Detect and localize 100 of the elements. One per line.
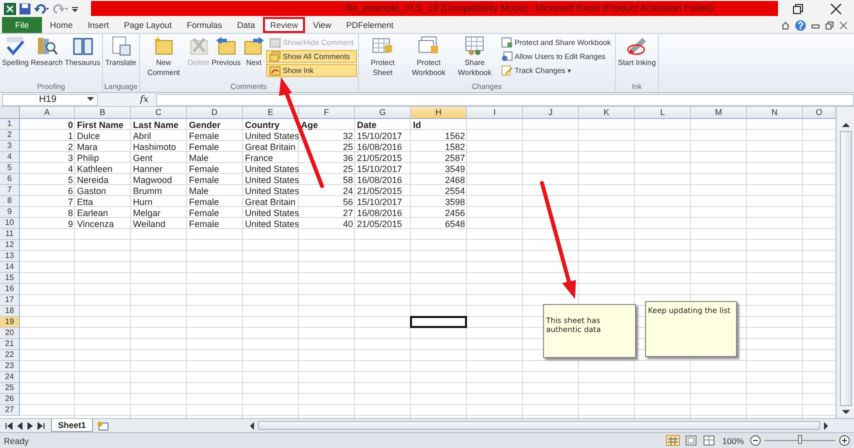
table-cell-text: Gent (132, 152, 154, 162)
row-header[interactable]: 23 (0, 361, 20, 372)
ribbon-tab[interactable]: Insert (80, 17, 116, 33)
zoom-out-icon[interactable] (750, 435, 761, 446)
table-cell-text: 1582 (444, 142, 466, 152)
undo-icon[interactable] (34, 2, 50, 14)
page-break-icon[interactable] (702, 435, 716, 446)
note-icon (268, 37, 281, 48)
row-header[interactable]: 4 (0, 152, 20, 163)
row-header[interactable]: 25 (0, 383, 20, 394)
row-header[interactable]: 6 (0, 174, 20, 185)
table-cell-text: 24 (342, 186, 354, 196)
sheet-tab[interactable]: Sheet1 (51, 419, 93, 432)
row-header[interactable]: 17 (0, 295, 20, 306)
help-icon[interactable] (795, 20, 806, 30)
restore-icon[interactable] (825, 20, 834, 30)
new-sheet-icon[interactable] (96, 420, 110, 430)
row-header[interactable]: 8 (0, 196, 20, 207)
row-header[interactable]: 13 (0, 251, 20, 262)
column-header[interactable]: K (579, 107, 635, 119)
row-header[interactable]: 2 (0, 130, 20, 141)
column-header[interactable]: M (691, 107, 747, 119)
row-header[interactable]: 9 (0, 207, 20, 218)
file-tab[interactable]: File (2, 17, 42, 33)
selected-cell[interactable] (410, 316, 467, 328)
excel-icon[interactable] (4, 2, 16, 14)
row-header[interactable]: 16 (0, 284, 20, 295)
row-header[interactable]: 11 (0, 229, 20, 240)
ribbon-tab[interactable]: PDFelement (339, 17, 400, 33)
zoom-slider[interactable] (798, 435, 802, 444)
column-header[interactable]: C (131, 107, 187, 119)
table-cell-text: 21/05/2015 (356, 186, 404, 196)
close-icon[interactable] (830, 2, 842, 14)
row-header[interactable]: 15 (0, 273, 20, 284)
table-cell-text: Female (188, 164, 220, 174)
restore-icon[interactable] (792, 2, 804, 14)
table-cell-text: Dulce (76, 130, 102, 140)
row-header[interactable]: 5 (0, 163, 20, 174)
column-header[interactable]: I (467, 107, 523, 119)
save-icon[interactable] (19, 2, 31, 14)
row-header[interactable]: 14 (0, 262, 20, 273)
function-button[interactable]: fx (102, 94, 152, 104)
ribbon-tab[interactable]: Home (43, 17, 80, 33)
column-header[interactable]: F (299, 107, 355, 119)
table-cell-text: 0 (66, 120, 74, 130)
name-box[interactable]: H19 (2, 94, 98, 106)
row-header[interactable]: 18 (0, 306, 20, 317)
column-header[interactable]: J (523, 107, 579, 119)
row-header[interactable]: 20 (0, 328, 20, 339)
column-header[interactable]: D (187, 107, 243, 119)
zoom-in-icon[interactable] (839, 435, 850, 446)
column-header[interactable]: O (803, 107, 836, 119)
row-header[interactable]: 27 (0, 405, 20, 416)
row-header[interactable]: 26 (0, 394, 20, 405)
spelling-check-icon (4, 36, 26, 56)
column-header[interactable]: A (20, 107, 75, 119)
row-header[interactable]: 1 (0, 119, 20, 130)
column-header[interactable]: B (75, 107, 131, 119)
row-header[interactable]: 22 (0, 350, 20, 361)
table-cell-text: Gender (188, 120, 222, 130)
table-cell-text: 15/10/2017 (356, 164, 404, 174)
ribbon-tab[interactable]: Page Layout (116, 17, 179, 33)
column-header[interactable]: L (635, 107, 691, 119)
normal-view-icon[interactable] (666, 435, 680, 446)
zoom-level[interactable]: 100% (720, 436, 746, 446)
workbook-share-icon (464, 36, 486, 56)
column-header[interactable]: H (411, 107, 467, 119)
table-cell-text: 9 (66, 218, 74, 228)
row-header[interactable]: 10 (0, 218, 20, 229)
table-cell-text: 3549 (444, 164, 466, 174)
pen-icon (626, 36, 648, 56)
table-cell-text: Last Name (132, 120, 180, 130)
table-cell-text: United States (244, 218, 300, 228)
table-cell-text: 2456 (444, 208, 466, 218)
table-cell-text: Country (244, 120, 280, 130)
row-header[interactable]: 3 (0, 141, 20, 152)
vertical-scrollbar[interactable] (836, 107, 854, 418)
column-header[interactable]: E (243, 107, 299, 119)
page-layout-icon[interactable] (684, 435, 698, 446)
table-cell-text: Etta (76, 196, 94, 206)
column-header[interactable]: G (355, 107, 411, 119)
row-header[interactable]: 21 (0, 339, 20, 350)
row-header[interactable]: 12 (0, 240, 20, 251)
table-cell-text: Nereida (76, 174, 110, 184)
scroll-right-icon[interactable] (822, 420, 830, 430)
formula-input[interactable] (156, 94, 854, 106)
column-header[interactable]: N (747, 107, 803, 119)
sheet-lock-icon (372, 36, 394, 56)
table-cell-text: 58 (342, 174, 354, 184)
ribbon-tab[interactable]: Review (263, 17, 305, 33)
caret-icon[interactable] (87, 97, 94, 102)
row-header[interactable]: 24 (0, 372, 20, 383)
table-cell-text: Female (188, 130, 220, 140)
ribbon-tab[interactable]: Data (230, 17, 262, 33)
row-header[interactable]: 19 (0, 317, 20, 328)
ribbon-tab[interactable]: View (306, 17, 338, 33)
row-header[interactable]: 7 (0, 185, 20, 196)
home-icon[interactable] (781, 20, 790, 30)
table-cell-text: Date (356, 120, 378, 130)
ribbon-tab[interactable]: Formulas (180, 17, 230, 33)
